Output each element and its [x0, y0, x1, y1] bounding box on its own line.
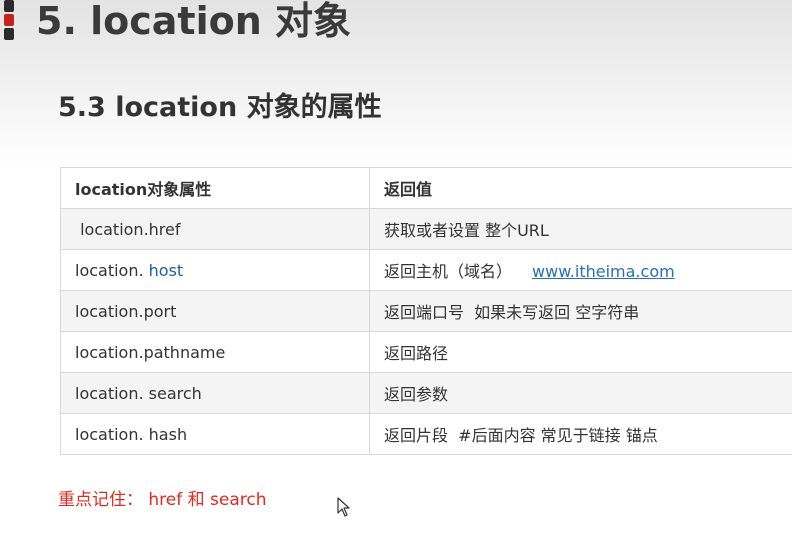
- table-row: location.pathname 返回路径: [60, 331, 792, 373]
- property-cell: location.pathname: [60, 331, 370, 373]
- property-cell: location. hash: [60, 413, 370, 455]
- table-row: location.href 获取或者设置 整个URL: [60, 208, 792, 250]
- table-row: location. hash 返回片段 #后面内容 常见于链接 锚点: [60, 413, 792, 455]
- table-row: location. host 返回主机（域名） www.itheima.com: [60, 249, 792, 291]
- page-title: 5. location 对象: [36, 0, 351, 43]
- column-header-property: location对象属性: [60, 167, 370, 209]
- slide-marker-icon: [4, 0, 14, 42]
- return-value-cell: 返回片段 #后面内容 常见于链接 锚点: [369, 413, 792, 455]
- return-value-cell: 返回参数: [369, 372, 792, 414]
- table-row: location.port 返回端口号 如果未写返回 空字符串: [60, 290, 792, 332]
- key-note: 重点记住： href 和 search: [58, 490, 267, 510]
- table-row: location. search 返回参数: [60, 372, 792, 414]
- property-cell: location.href: [60, 208, 370, 250]
- return-value-cell: 返回主机（域名） www.itheima.com: [369, 249, 792, 291]
- property-cell: location. host: [60, 249, 370, 291]
- table-header-row: location对象属性 返回值: [60, 167, 792, 209]
- property-prefix: location.: [75, 260, 149, 280]
- return-value-cell: 返回路径: [369, 331, 792, 373]
- return-value-cell: 获取或者设置 整个URL: [369, 208, 792, 250]
- property-cell: location.port: [60, 290, 370, 332]
- return-value-cell: 返回端口号 如果未写返回 空字符串: [369, 290, 792, 332]
- location-properties-table: location对象属性 返回值 location.href 获取或者设置 整个…: [60, 167, 792, 455]
- mouse-cursor-icon: [337, 497, 350, 517]
- property-cell: location. search: [60, 372, 370, 414]
- itheima-link[interactable]: www.itheima.com: [532, 262, 675, 281]
- property-host-word: host: [148, 260, 184, 280]
- column-header-return-value: 返回值: [369, 167, 792, 209]
- section-subtitle: 5.3 location 对象的属性: [58, 92, 382, 123]
- return-value-text: 返回主机（域名）: [384, 262, 513, 281]
